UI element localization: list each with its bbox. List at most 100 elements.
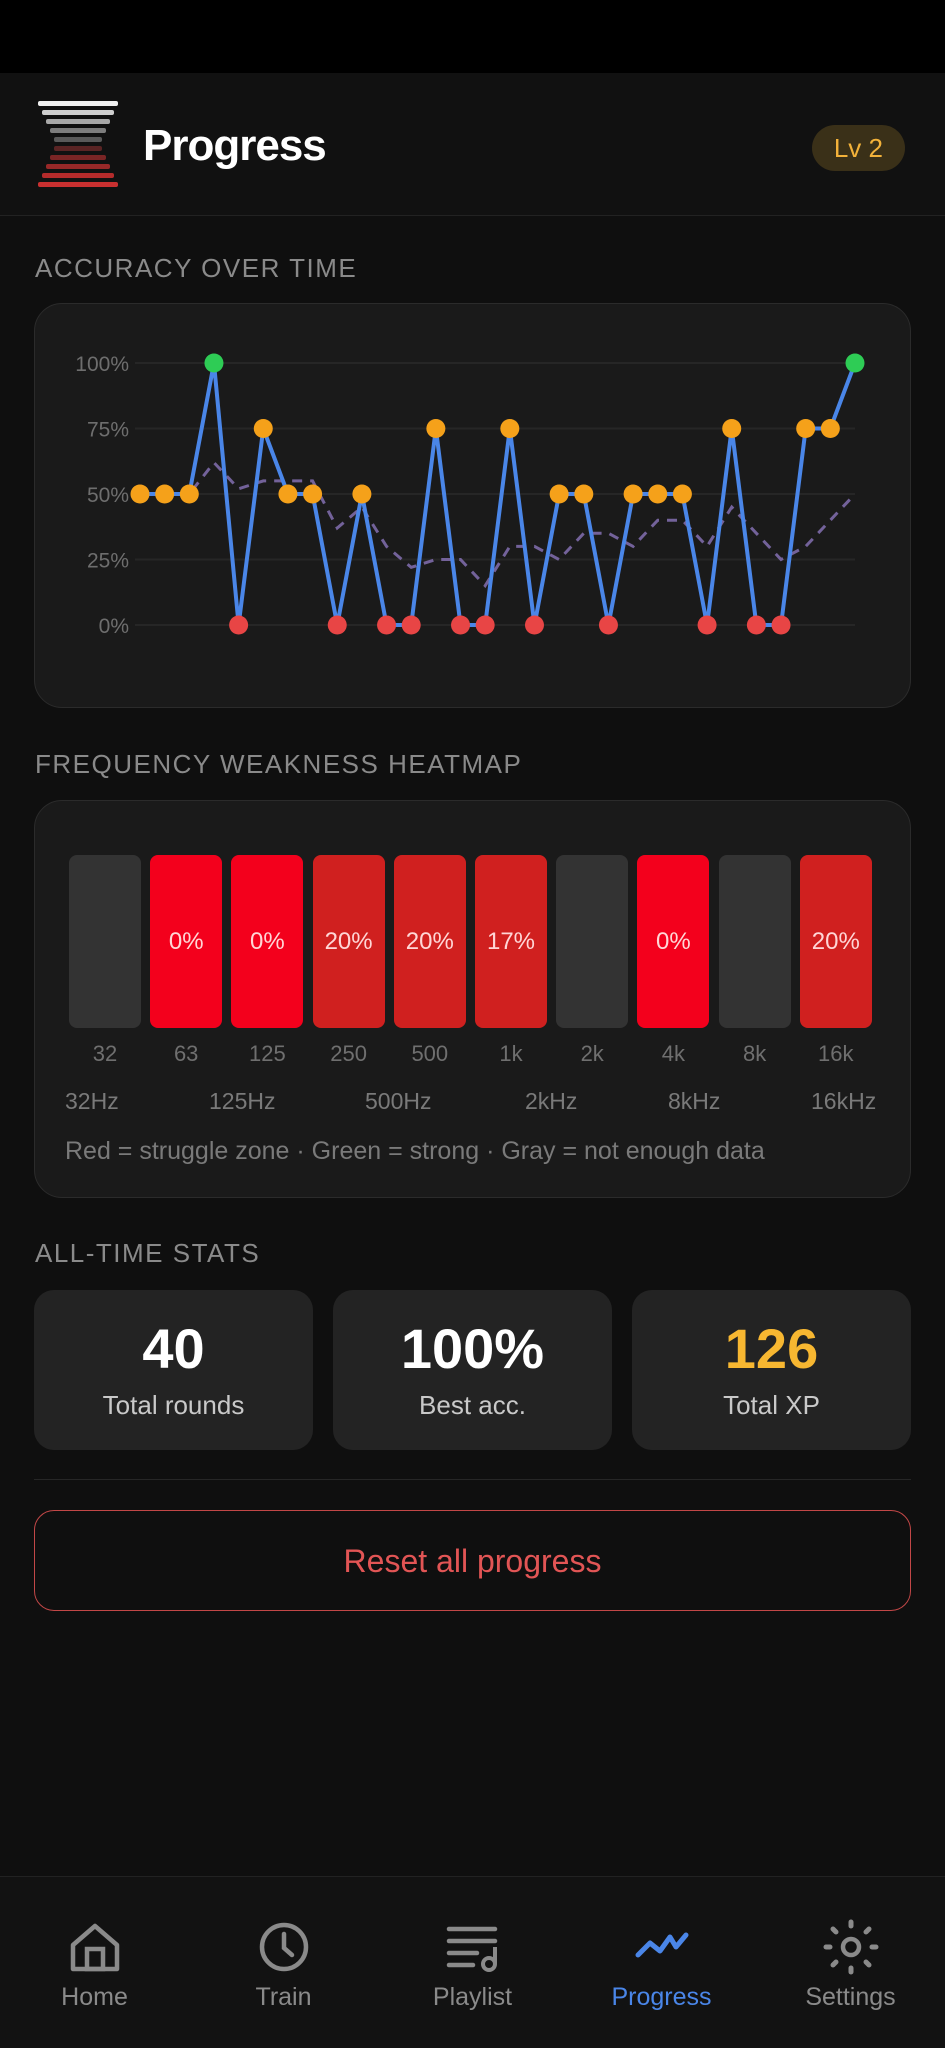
data-point [623, 484, 643, 504]
heatmap-cell: 17% [475, 855, 547, 1028]
nav-item-progress[interactable]: Progress [567, 1877, 756, 2048]
accuracy-chart-card: 100% 75% 50% 25% 0% [34, 303, 911, 708]
data-point [549, 484, 569, 504]
status-bar [0, 0, 945, 73]
heatmap-card: Red = struggle zone · Green = strong · G… [34, 800, 911, 1198]
data-point [722, 419, 742, 438]
stat-label: Total XP [723, 1390, 820, 1420]
stat-label: Total rounds [102, 1390, 245, 1420]
data-point [574, 484, 594, 504]
nav-item-settings[interactable]: Settings [756, 1877, 945, 2048]
heatmap-hz-label: 2kHz [525, 1088, 578, 1114]
nav-label: Playlist [432, 1983, 513, 2011]
heatmap-band-label: 32 [92, 1041, 118, 1066]
data-point [204, 353, 224, 373]
data-point [253, 419, 273, 438]
data-point [179, 484, 199, 504]
heatmap-cell: 0% [637, 855, 710, 1028]
heatmap-band-label: 63 [173, 1041, 199, 1066]
level-badge: Lv 2 [811, 125, 905, 171]
gear-icon [823, 1919, 879, 1975]
home-icon [70, 1923, 120, 1972]
data-point [303, 484, 323, 504]
data-point [401, 615, 421, 635]
heatmap-band-label: 4k [661, 1041, 686, 1066]
trend-icon [635, 1932, 689, 1958]
data-point [648, 484, 668, 504]
nav-label: Train [255, 1983, 312, 2011]
nav-item-train[interactable]: Train [189, 1877, 378, 2048]
data-point [796, 419, 816, 438]
data-point [771, 615, 791, 635]
stat-value: 126 [724, 1317, 819, 1380]
heatmap-band-label: 16k [818, 1041, 854, 1066]
heatmap-cell: 0% [231, 855, 304, 1028]
data-point [524, 615, 544, 635]
nav-label: Home [61, 1983, 128, 2011]
heatmap-band-label: 500 [411, 1041, 449, 1066]
heatmap-hz-label: 125Hz [209, 1088, 276, 1114]
y-tick-label: 100% [75, 353, 129, 376]
app-header: Progress Lv 2 [0, 73, 945, 216]
data-point [352, 484, 372, 504]
data-point [598, 615, 618, 635]
clock-icon [259, 1922, 309, 1972]
heatmap-hz-label: 500Hz [365, 1088, 432, 1114]
heatmap-hz-label: 32Hz [65, 1088, 119, 1114]
heatmap-cell [69, 855, 141, 1028]
playlist-icon [446, 1926, 498, 1972]
heatmap-hz-label: 8kHz [668, 1088, 721, 1114]
data-point [845, 353, 865, 373]
page-title: Progress [143, 121, 327, 170]
data-point [130, 484, 150, 504]
heatmap-section-title: FREQUENCY WEAKNESS HEATMAP [35, 749, 523, 779]
heatmap-band-label: 8k [742, 1041, 767, 1066]
data-point [697, 615, 717, 635]
heatmap-band-label: 250 [330, 1041, 367, 1066]
stat-card-total-rounds: 40 Total rounds [34, 1290, 313, 1450]
divider [34, 1479, 911, 1480]
reset-progress-button[interactable]: Reset all progress [34, 1510, 911, 1611]
nav-item-home[interactable]: Home [0, 1877, 189, 2048]
heatmap-cell [718, 855, 791, 1028]
accuracy-section-title: ACCURACY OVER TIME [35, 253, 358, 283]
stat-card-best-accuracy: 100% Best acc. [333, 1290, 612, 1450]
data-point [820, 419, 840, 438]
data-point [672, 484, 692, 504]
accuracy-chart: 100% 75% 50% 25% 0% [75, 353, 865, 638]
heatmap-cell: 20% [312, 855, 385, 1028]
data-point [377, 615, 397, 635]
nav-item-playlist[interactable]: Playlist [378, 1877, 567, 2048]
data-point [426, 419, 446, 438]
stat-value: 40 [142, 1317, 205, 1380]
y-tick-label: 75% [87, 419, 129, 442]
heatmap-legend: Red = struggle zone · Green = strong · G… [65, 1137, 765, 1165]
heatmap-band-label: 125 [249, 1041, 286, 1066]
app-logo-icon [38, 101, 118, 187]
data-point [451, 615, 471, 635]
y-tick-label: 25% [87, 550, 129, 573]
data-point [229, 615, 249, 635]
stat-card-total-xp: 126 Total XP [632, 1290, 911, 1450]
y-tick-label: 50% [87, 484, 129, 507]
heatmap-cell: 20% [393, 855, 466, 1028]
heatmap-band-label: 1k [499, 1041, 523, 1066]
data-point [746, 615, 766, 635]
stat-value: 100% [400, 1317, 545, 1380]
stats-section-title: ALL-TIME STATS [35, 1238, 261, 1268]
data-point [500, 419, 520, 438]
bottom-navigation: Home Train Playlist Progress Settings [0, 1876, 945, 2048]
data-point [155, 484, 175, 504]
nav-label: Settings [805, 1983, 896, 2011]
heatmap-band-label: 2k [580, 1041, 604, 1066]
data-point [475, 615, 495, 635]
heatmap-cell: 0% [150, 855, 223, 1028]
heatmap-cell: 20% [799, 855, 872, 1028]
data-point [278, 484, 298, 504]
stat-label: Best acc. [419, 1390, 526, 1420]
heatmap-hz-label: 16kHz [811, 1088, 877, 1114]
heatmap-cell [556, 855, 629, 1028]
data-point [327, 615, 347, 635]
nav-label: Progress [611, 1983, 712, 2011]
y-tick-label: 0% [99, 615, 129, 638]
